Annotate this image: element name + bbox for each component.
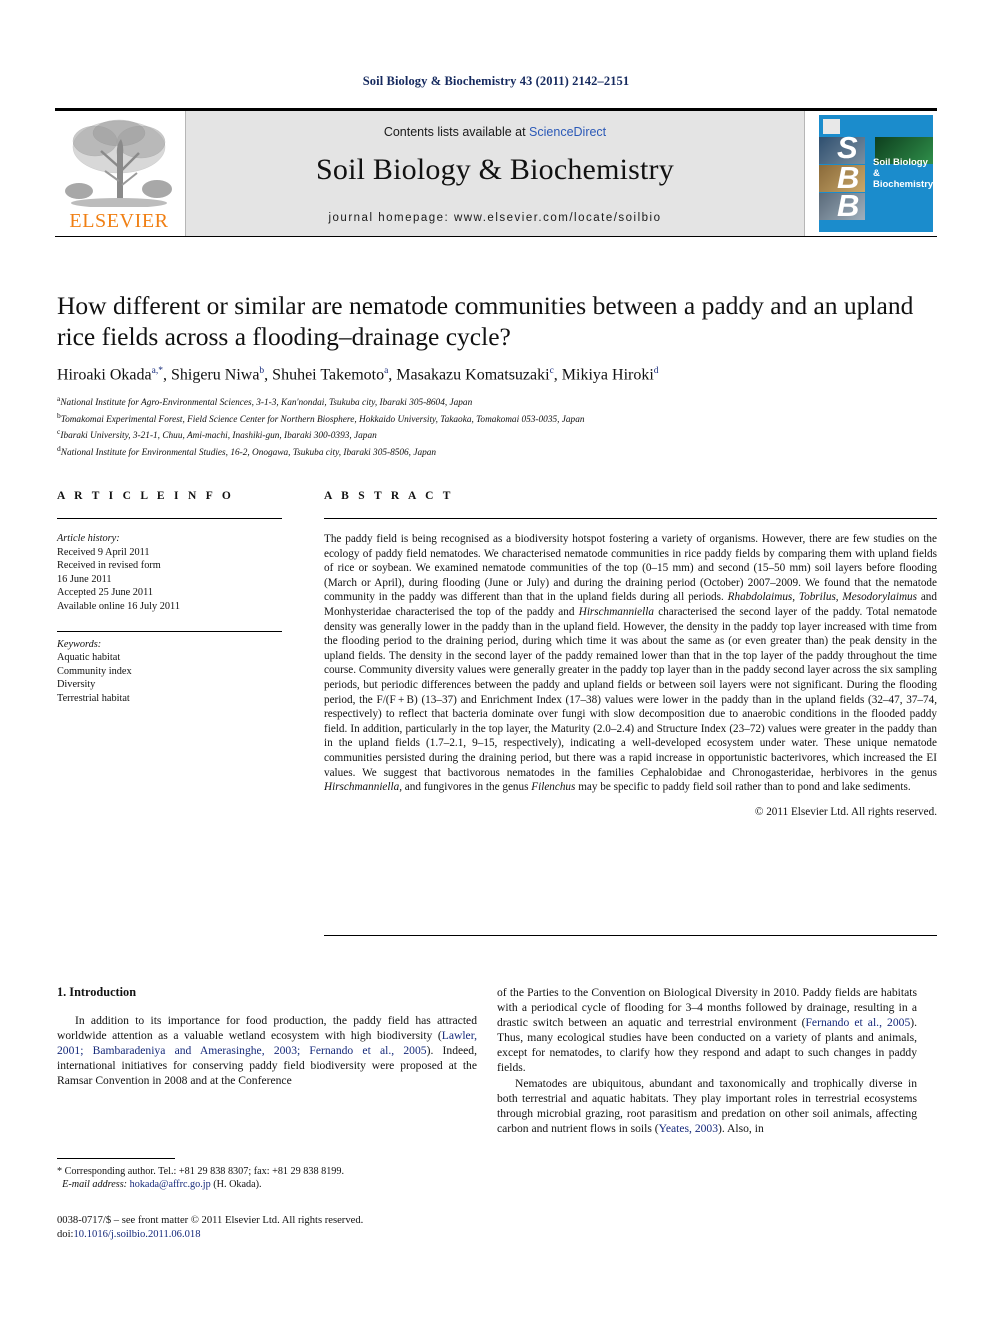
article-info-heading: A R T I C L E I N F O (57, 490, 235, 502)
masthead-bottom-rule (55, 236, 937, 237)
keyword-item: Diversity (57, 679, 96, 691)
email-note: E-mail address: hokada@affrc.go.jp (H. O… (57, 1178, 477, 1191)
cover-initial-b2: B (837, 188, 860, 223)
affiliation-text: Ibaraki University, 3-21-1, Chuu, Ami-ma… (60, 431, 377, 442)
affiliation-item: aNational Institute for Agro-Environment… (57, 393, 937, 410)
affiliation-text: National Institute for Environmental Stu… (60, 447, 437, 458)
journal-cover-thumbnail[interactable]: S B B Soil Biology & Biochemistry (815, 111, 937, 236)
affiliation-text: National Institute for Agro-Environmenta… (60, 398, 473, 409)
contents-prefix: Contents lists available at (383, 125, 530, 139)
journal-homepage-link[interactable]: journal homepage: www.elsevier.com/locat… (186, 212, 804, 224)
footer-block: 0038-0717/$ – see front matter © 2011 El… (57, 1214, 477, 1241)
info-abstract-section: A R T I C L E I N F O A B S T R A C T Ar… (57, 490, 937, 818)
journal-title: Soil Biology & Biochemistry (316, 153, 674, 186)
history-item: Received 9 April 2011 (57, 546, 150, 558)
intro-paragraph-left: In addition to its importance for food p… (57, 1013, 477, 1088)
section-title-introduction: 1. Introduction (57, 985, 137, 999)
elsevier-logo: ELSEVIER (55, 111, 183, 236)
doi-link[interactable]: 10.1016/j.soilbio.2011.06.018 (73, 1229, 200, 1240)
abstract-taxa: Hirschmanniella (578, 605, 654, 618)
contents-available-line: Contents lists available at ScienceDirec… (186, 125, 804, 139)
page-title: How different or similar are nematode co… (57, 291, 914, 351)
author-list: Hiroaki Okadaa,*, Shigeru Niwab, Shuhei … (57, 366, 659, 384)
keywords-rule (57, 630, 282, 632)
abstract-part: characterised the second layer of the pa… (324, 605, 937, 779)
author-name: Hiroaki Okada (57, 366, 152, 384)
info-rule (57, 518, 282, 519)
abstract-taxa: Filenchus (531, 781, 576, 794)
copyright-line: © 2011 Elsevier Ltd. All rights reserved… (754, 805, 937, 818)
masthead-center-panel: Contents lists available at ScienceDirec… (185, 111, 805, 236)
article-first-page: Soil Biology & Biochemistry 43 (2011) 21… (0, 0, 992, 1323)
affiliation-text: Tomakomai Experimental Forest, Field Sci… (60, 414, 585, 425)
author-mark: d (653, 366, 659, 376)
right-column: of the Parties to the Convention on Biol… (497, 985, 917, 1136)
section-rules (57, 518, 937, 520)
sciencedirect-link[interactable]: ScienceDirect (529, 125, 606, 139)
email-link[interactable]: hokada@affrc.go.jp (130, 1179, 211, 1190)
history-item: Available online 16 July 2011 (57, 600, 180, 612)
issn-line: 0038-0717/$ – see front matter © 2011 El… (57, 1215, 364, 1226)
abstract-part: , and fungivores in the genus (399, 781, 532, 794)
intro-paragraph-right-2: Nematodes are ubiquitous, abundant and t… (497, 1076, 917, 1136)
author-mark: a (384, 366, 389, 376)
paragraph-part: ). Also, in (718, 1121, 764, 1135)
abstract-part: may be specific to paddy field soil rath… (575, 781, 911, 794)
history-item: Received in revised form (57, 560, 161, 572)
author-mark: b (259, 366, 265, 376)
keyword-item: Community index (57, 665, 132, 677)
affiliation-item: cIbaraki University, 3-21-1, Chuu, Ami-m… (57, 426, 937, 443)
cover-journal-name: Soil Biology & Biochemistry (873, 157, 933, 190)
keyword-item: Aquatic habitat (57, 652, 121, 664)
citation-link[interactable]: Fernando et al., 2005 (805, 1016, 910, 1029)
abstract-taxa: Hirschmanniella (324, 781, 400, 794)
footnote-block: * Corresponding author. Tel.: +81 29 838… (57, 1158, 477, 1192)
section-headings-row: A R T I C L E I N F O A B S T R A C T (57, 490, 937, 518)
footnote-rule (57, 1158, 175, 1159)
abstract-bottom-rule (324, 935, 937, 936)
doi-line: doi:10.1016/j.soilbio.2011.06.018 (57, 1228, 477, 1242)
intro-paragraph-right-1: of the Parties to the Convention on Biol… (497, 985, 917, 1076)
left-column: 1. Introduction In addition to its impor… (57, 985, 477, 1089)
history-item: 16 June 2011 (57, 573, 112, 585)
history-item: Accepted 25 June 2011 (57, 587, 153, 599)
abstract-column: The paddy field is being recognised as a… (324, 532, 937, 819)
title-block: How different or similar are nematode co… (57, 290, 937, 459)
email-label: E-mail address: (62, 1179, 128, 1191)
doi-label: doi: (57, 1228, 74, 1240)
article-info-column: Article history: Received 9 April 2011 R… (57, 532, 282, 706)
cover-initial-s: S (837, 130, 858, 165)
journal-masthead: ELSEVIER Contents lists available at Sci… (55, 108, 937, 237)
author-name: Mikiya Hiroki (561, 366, 654, 384)
email-suffix: (H. Okada). (213, 1179, 262, 1191)
abstract-taxa: Rhabdolaimus, Tobrilus, Mesodorylaimus (727, 591, 918, 604)
elsevier-wordmark: ELSEVIER (69, 210, 169, 232)
affiliation-item: bTomakomai Experimental Forest, Field Sc… (57, 410, 937, 427)
affiliation-list: aNational Institute for Agro-Environment… (57, 393, 937, 459)
abstract-rule (324, 518, 937, 519)
cover-image: S B B Soil Biology & Biochemistry (819, 115, 933, 232)
author-mark: c (549, 366, 554, 376)
article-history-label: Article history: (57, 533, 120, 544)
citation-link[interactable]: Yeates, 2003 (659, 1122, 718, 1135)
abstract-text: The paddy field is being recognised as a… (324, 532, 937, 795)
author-name: Shigeru Niwa (170, 366, 260, 384)
author-name: Masakazu Komatsuzaki (396, 366, 550, 384)
author-name: Shuhei Takemoto (272, 366, 385, 384)
corresponding-author-note: * Corresponding author. Tel.: +81 29 838… (57, 1166, 345, 1177)
keywords-label: Keywords: (57, 638, 102, 650)
paragraph-part: In addition to its importance for food p… (57, 1014, 477, 1043)
author-mark: a,* (151, 366, 163, 376)
abstract-heading: A B S T R A C T (324, 490, 454, 502)
elsevier-tree-icon (65, 119, 172, 207)
affiliation-item: dNational Institute for Environmental St… (57, 443, 937, 460)
running-head: Soil Biology & Biochemistry 43 (2011) 21… (362, 74, 630, 88)
keyword-item: Terrestrial habitat (57, 692, 130, 704)
